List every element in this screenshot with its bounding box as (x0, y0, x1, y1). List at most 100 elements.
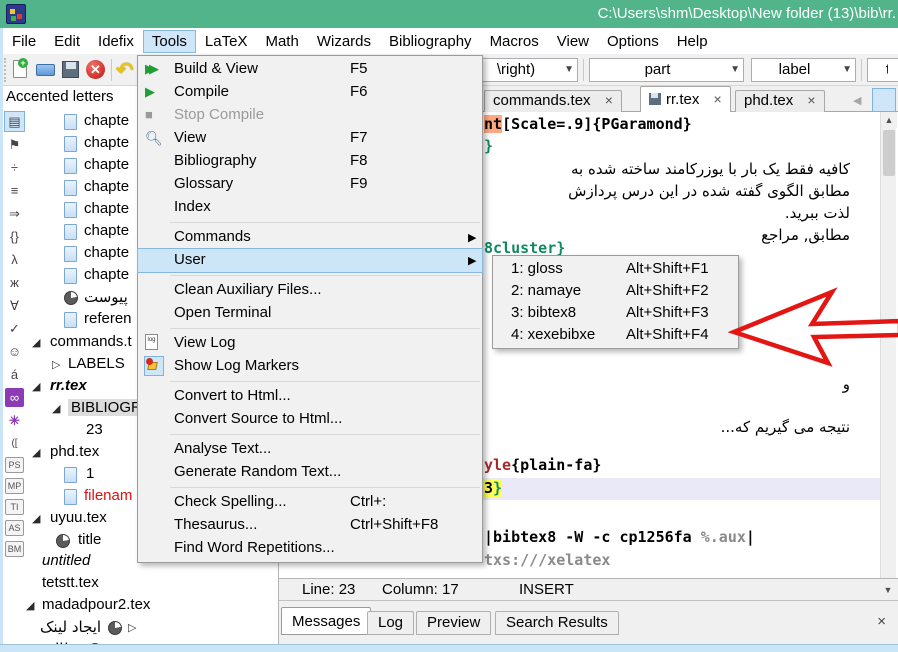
greek-icon[interactable]: λ (5, 250, 24, 269)
menu-item-convert-to-html[interactable]: Convert to Html... (138, 385, 482, 408)
menu-wizards[interactable]: Wizards (309, 31, 379, 52)
tab-scroll-right-button[interactable] (872, 88, 896, 112)
tab-scroll-left-icon[interactable]: ◀ (853, 94, 861, 107)
menu-item-view-log[interactable]: logView Log (138, 332, 482, 355)
persian-text-line: و (843, 375, 850, 393)
title-bar[interactable]: C:\Users\shm\Desktop\New folder (13)\bib… (0, 0, 898, 28)
menu-item-convert-source-to-html[interactable]: Convert Source to Html... (138, 408, 482, 431)
collapsed-triangle-icon[interactable]: ▷ (52, 358, 60, 371)
menu-item-bibliography[interactable]: BibliographyF8 (138, 150, 482, 173)
cyrillic-icon[interactable]: ж (5, 273, 24, 292)
menu-bibliography[interactable]: Bibliography (381, 31, 480, 52)
collapsed-triangle-icon[interactable]: ▷ (128, 621, 136, 634)
tab-messages[interactable]: Messages (281, 607, 371, 635)
tab-label: rr.tex (666, 91, 699, 108)
misc-math-icon[interactable]: ✓ (5, 319, 24, 338)
submenu-item-xexebibxe[interactable]: 4: xexebibxeAlt+Shift+F4 (493, 324, 738, 346)
structure-panel-icon[interactable]: ▤ (5, 112, 24, 131)
symbol-strip: ▤ ⚑ ÷ ≡ ⇒ {} λ ж ∀ ✓ ☺ á ∞ ✳ ([ PS MP TI… (3, 110, 26, 644)
tab-search-results[interactable]: Search Results (495, 611, 619, 635)
expanded-triangle-icon[interactable]: ◢ (32, 446, 40, 459)
infinity-panel-icon[interactable]: ∞ (5, 388, 24, 407)
menu-file[interactable]: File (4, 31, 44, 52)
tikz-panel-icon[interactable]: TI (5, 499, 24, 515)
menu-item-analyse-text[interactable]: Analyse Text... (138, 438, 482, 461)
save-button[interactable] (59, 58, 83, 82)
menu-math[interactable]: Math (257, 31, 306, 52)
code-line: txs:///xelatex (484, 551, 610, 569)
new-document-button[interactable]: + (9, 58, 33, 82)
log-file-icon: log (145, 334, 158, 350)
close-document-button[interactable]: ✕ (84, 58, 108, 82)
menu-help[interactable]: Help (669, 31, 716, 52)
tab-log[interactable]: Log (367, 611, 414, 635)
scrollbar-thumb[interactable] (883, 130, 895, 176)
bottom-panel-close-icon[interactable]: × (877, 613, 886, 630)
beamer-panel-icon[interactable]: BM (5, 541, 24, 557)
open-button[interactable] (34, 58, 58, 82)
relations-icon[interactable]: ≡ (5, 181, 24, 200)
math-symbol-combo[interactable]: \right) ▼ (472, 58, 578, 82)
tab-close-icon[interactable]: × (807, 92, 815, 108)
tab-close-icon[interactable]: × (605, 92, 613, 108)
clipped-combo[interactable]: t (867, 58, 898, 82)
menu-item-find-word-repetitions[interactable]: Find Word Repetitions... (138, 537, 482, 560)
math-symbols-icon[interactable]: ÷ (5, 158, 24, 177)
menu-latex[interactable]: LaTeX (197, 31, 256, 52)
tab-preview[interactable]: Preview (416, 611, 491, 635)
delimiters-panel-icon[interactable]: ([ (5, 434, 24, 453)
operators-icon[interactable]: ∀ (5, 296, 24, 315)
asterisk-panel-icon[interactable]: ✳ (5, 411, 24, 430)
menu-item-view[interactable]: 🔍︎ViewF7 (138, 127, 482, 150)
bookmark-panel-icon[interactable]: ⚑ (5, 135, 24, 154)
expanded-triangle-icon[interactable]: ◢ (52, 402, 60, 415)
tab-rr-tex[interactable]: rr.tex × (640, 86, 731, 112)
menu-item-compile[interactable]: ▶CompileF6 (138, 81, 482, 104)
expanded-triangle-icon[interactable]: ◢ (26, 599, 34, 612)
tab-commands-tex[interactable]: commands.tex × (484, 90, 622, 112)
menu-separator (170, 381, 480, 382)
menu-item-thesaurus[interactable]: Thesaurus...Ctrl+Shift+F8 (138, 514, 482, 537)
sectioning-combo[interactable]: part ▼ (589, 58, 744, 82)
tab-close-icon[interactable]: × (714, 91, 722, 107)
menu-item-index[interactable]: Index (138, 196, 482, 219)
menu-edit[interactable]: Edit (46, 31, 88, 52)
menu-separator (170, 487, 480, 488)
expanded-triangle-icon[interactable]: ◢ (32, 380, 40, 393)
submenu-item-namaye[interactable]: 2: namayeAlt+Shift+F2 (493, 280, 738, 302)
file-icon (64, 180, 77, 196)
log-markers-icon (145, 357, 163, 375)
menu-item-commands[interactable]: Commands▶ (138, 226, 482, 249)
metapost-panel-icon[interactable]: MP (5, 478, 24, 494)
menu-item-clean-auxiliary-files[interactable]: Clean Auxiliary Files... (138, 279, 482, 302)
accented-letters-icon[interactable]: á (5, 365, 24, 384)
menu-idefix[interactable]: Idefix (90, 31, 142, 52)
label-combo[interactable]: label ▼ (751, 58, 856, 82)
toolbar-grip[interactable] (4, 58, 7, 82)
menu-view[interactable]: View (549, 31, 597, 52)
expanded-triangle-icon[interactable]: ◢ (32, 512, 40, 525)
menu-options[interactable]: Options (599, 31, 667, 52)
arrows-icon[interactable]: ⇒ (5, 204, 24, 223)
undo-button[interactable]: ↶ (115, 58, 139, 82)
menu-item-generate-random-text[interactable]: Generate Random Text... (138, 461, 482, 484)
menu-item-glossary[interactable]: GlossaryF9 (138, 173, 482, 196)
menu-tools[interactable]: Tools (144, 31, 195, 52)
menu-item-user[interactable]: User▶ (138, 249, 482, 272)
menu-item-build-view[interactable]: ▶▶Build & ViewF5 (138, 58, 482, 81)
brackets-icon[interactable]: {} (5, 227, 24, 246)
menu-macros[interactable]: Macros (482, 31, 547, 52)
expanded-triangle-icon[interactable]: ◢ (32, 336, 40, 349)
scroll-down-icon[interactable]: ▼ (880, 582, 896, 598)
misc-text-icon[interactable]: ☺ (5, 342, 24, 361)
scroll-up-icon[interactable]: ▲ (881, 112, 897, 128)
asymptote-panel-icon[interactable]: AS (5, 520, 24, 536)
menu-item-stop-compile[interactable]: ■Stop Compile (138, 104, 482, 127)
submenu-item-bibtex8[interactable]: 3: bibtex8Alt+Shift+F3 (493, 302, 738, 324)
submenu-item-gloss[interactable]: 1: glossAlt+Shift+F1 (493, 258, 738, 280)
menu-item-check-spelling[interactable]: Check Spelling...Ctrl+: (138, 491, 482, 514)
tab-phd-tex[interactable]: phd.tex × (735, 90, 825, 112)
pstricks-panel-icon[interactable]: PS (5, 457, 24, 473)
menu-item-open-terminal[interactable]: Open Terminal (138, 302, 482, 325)
menu-item-show-log-markers[interactable]: Show Log Markers (138, 355, 482, 378)
